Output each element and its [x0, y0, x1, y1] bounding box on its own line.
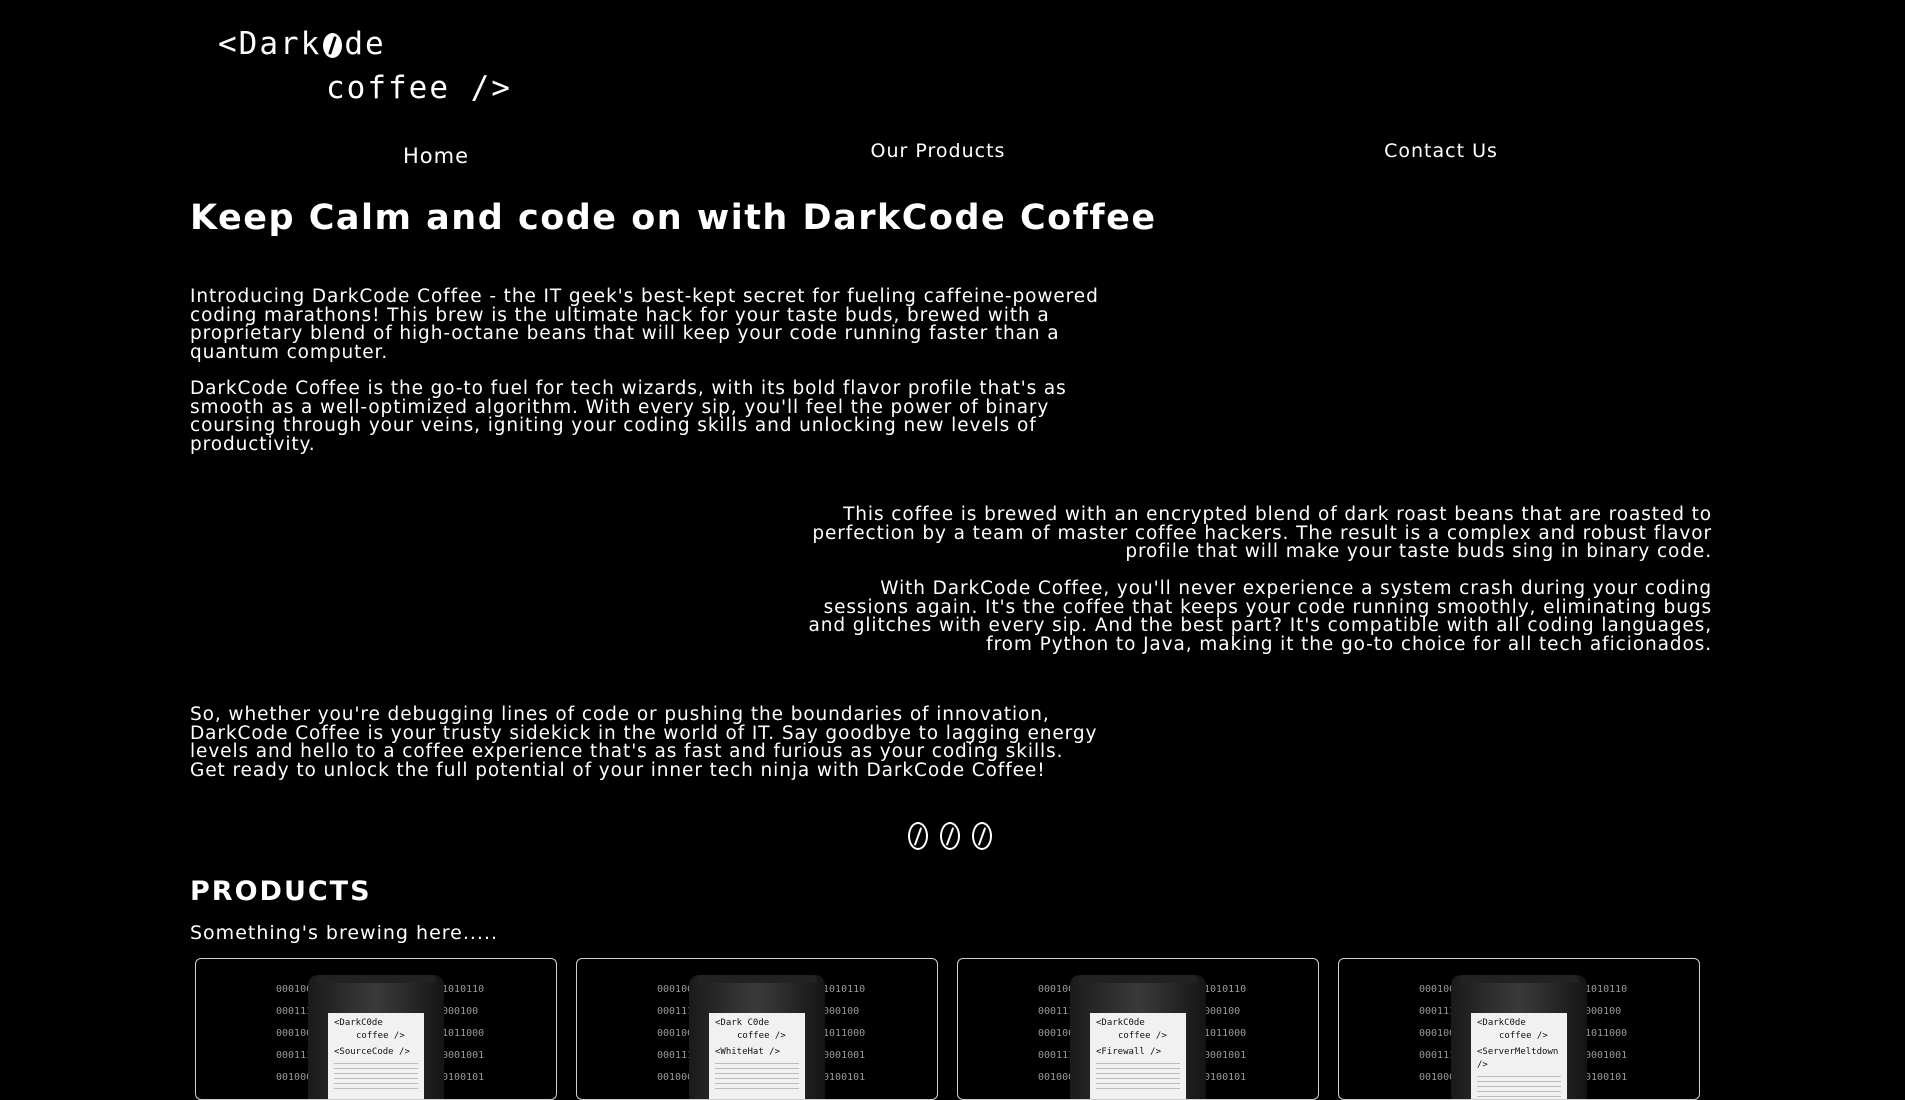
bag-brand-sub: coffee /> — [1499, 1031, 1548, 1041]
site-logo[interactable]: <Dark de coffee /> — [218, 22, 512, 110]
bean-divider — [908, 822, 992, 850]
product-grid: 00010000 0001110 00010000 00011100 00100… — [195, 958, 1705, 1100]
bag-brand-sub: coffee /> — [737, 1031, 786, 1041]
coffee-bag-image: <Dark C0de coffee /> <WhiteHat /> — [689, 975, 825, 1099]
coffee-bag-image: <DarkC0de coffee /> <SourceCode /> — [308, 975, 444, 1099]
bag-brand: <DarkC0de — [334, 1018, 383, 1028]
nav-contact-link[interactable]: Contact Us — [1384, 140, 1498, 162]
logo-line-1: <Dark de — [218, 26, 386, 62]
bag-label: <DarkC0de coffee /> <ServerMeltdown /> — [1471, 1013, 1567, 1099]
products-heading: PRODUCTS — [190, 876, 372, 907]
intro-paragraph-4: With DarkCode Coffee, you'll never exper… — [808, 578, 1712, 655]
intro-paragraph-1: Introducing DarkCode Coffee - the IT gee… — [190, 286, 1099, 363]
product-name: <WhiteHat /> — [715, 1047, 781, 1057]
product-card[interactable]: 00010000 0001110 00010000 00011100 00100… — [576, 958, 938, 1100]
bag-brand-sub: coffee /> — [1118, 1031, 1167, 1041]
product-card[interactable]: 00010000 0001110 00010000 00011100 00100… — [195, 958, 557, 1100]
nav-home-link[interactable]: Home — [403, 144, 469, 168]
intro-paragraph-3: This coffee is brewed with an encrypted … — [812, 504, 1712, 562]
bag-brand-sub: coffee /> — [356, 1031, 405, 1041]
bag-brand: <DarkC0de — [1096, 1018, 1145, 1028]
coffee-bean-letter-icon — [323, 33, 343, 58]
logo-line-2: coffee /> — [326, 70, 512, 106]
bag-description-lines — [334, 1063, 418, 1093]
intro-paragraph-5: So, whether you're debugging lines of co… — [190, 704, 1098, 781]
product-card[interactable]: 00010000 0001110 00010000 00011100 00100… — [1338, 958, 1700, 1100]
coffee-bean-icon — [908, 822, 928, 850]
nav-products-link[interactable]: Our Products — [871, 140, 1006, 162]
bag-description-lines — [1096, 1063, 1180, 1093]
bag-label: <Dark C0de coffee /> <WhiteHat /> — [709, 1013, 805, 1099]
products-tagline: Something's brewing here..... — [190, 922, 499, 944]
product-name: <ServerMeltdown /> — [1477, 1047, 1559, 1070]
coffee-bag-image: <DarkC0de coffee /> <Firewall /> — [1070, 975, 1206, 1099]
product-name: <Firewall /> — [1096, 1047, 1162, 1057]
bag-label: <DarkC0de coffee /> <Firewall /> — [1090, 1013, 1186, 1099]
product-card[interactable]: 00010000 0001110 00010000 00011100 00100… — [957, 958, 1319, 1100]
bag-label: <DarkC0de coffee /> <SourceCode /> — [328, 1013, 424, 1099]
coffee-bean-icon — [940, 822, 960, 850]
page-title: Keep Calm and code on with DarkCode Coff… — [190, 198, 1157, 238]
intro-paragraph-2: DarkCode Coffee is the go-to fuel for te… — [190, 378, 1067, 455]
main-nav: Home Our Products Contact Us — [0, 140, 1905, 180]
product-name: <SourceCode /> — [334, 1047, 410, 1057]
bag-brand: <DarkC0de — [1477, 1018, 1526, 1028]
bag-description-lines — [715, 1063, 799, 1093]
bag-brand: <Dark C0de — [715, 1018, 770, 1028]
coffee-bean-icon — [972, 822, 992, 850]
coffee-bag-image: <DarkC0de coffee /> <ServerMeltdown /> — [1451, 975, 1587, 1099]
